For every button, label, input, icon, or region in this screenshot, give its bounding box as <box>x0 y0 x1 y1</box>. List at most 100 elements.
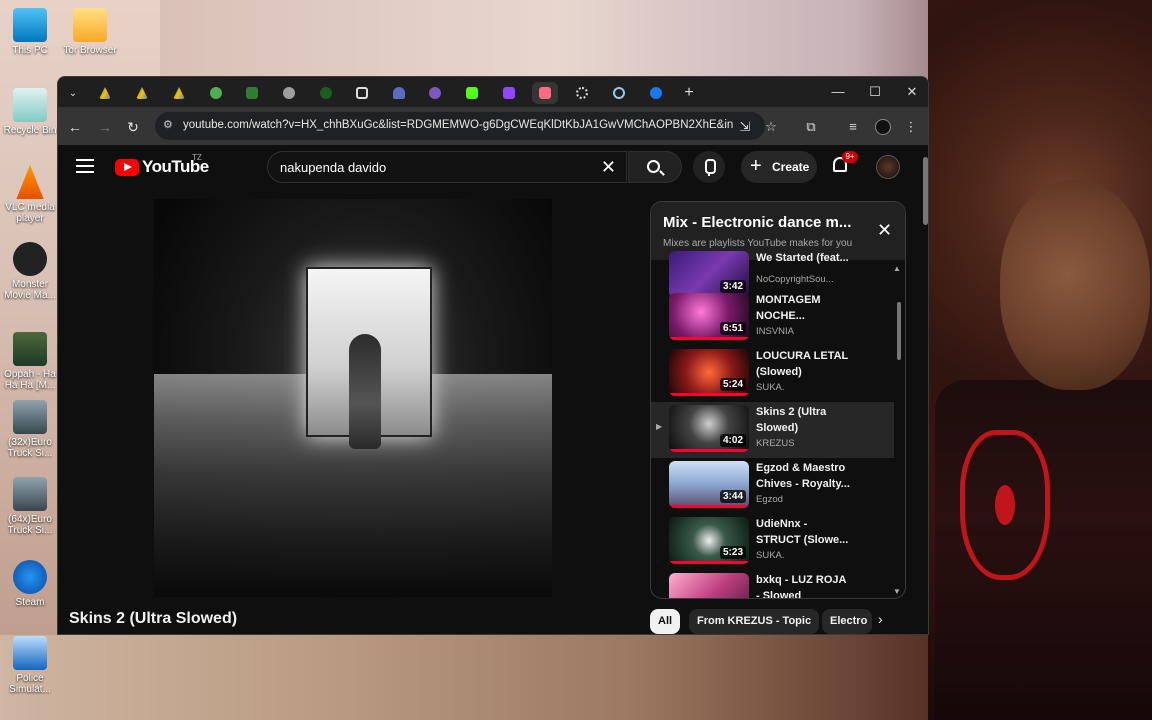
desktop-icon-euro-truck-64[interactable]: (64x)Euro Truck Si... <box>0 477 60 536</box>
monitor-icon <box>13 8 47 42</box>
playlist-item-title: MONTAGEM NOCHE... <box>756 294 821 322</box>
tab-st[interactable] <box>239 82 265 104</box>
plus-icon: + <box>750 155 762 177</box>
menu-icon[interactable] <box>76 159 94 173</box>
drive-icon <box>99 87 111 99</box>
tab-vc[interactable] <box>313 82 339 104</box>
tab-gallery[interactable] <box>349 82 375 104</box>
page-scrollbar-thumb[interactable] <box>923 157 928 225</box>
desktop-icon-monster-movie-maker[interactable]: Monster Movie Ma... <box>0 242 60 301</box>
extensions-icon[interactable]: ⧉ <box>800 116 822 138</box>
tab-drive-2[interactable] <box>129 82 155 104</box>
desktop-icon-euro-truck-32[interactable]: (32x)Euro Truck Si... <box>0 400 60 459</box>
twitch-icon <box>503 87 515 99</box>
video-duration: 6:51 <box>719 322 746 335</box>
desktop-icon-police-simulator[interactable]: Police Simulat... <box>0 636 60 695</box>
tab-green[interactable] <box>203 82 229 104</box>
tab-drive-1[interactable] <box>92 82 118 104</box>
close-window-button[interactable]: ✕ <box>898 82 926 102</box>
video-duration: 3:44 <box>719 490 746 503</box>
new-tab-button[interactable]: + <box>676 82 702 104</box>
voice-search-mic-icon[interactable] <box>693 151 725 183</box>
desktop-icon-this-pc[interactable]: This PC <box>0 8 60 56</box>
minimize-button[interactable]: — <box>824 82 852 102</box>
tab-purple[interactable] <box>422 82 448 104</box>
tab-figure[interactable] <box>386 82 412 104</box>
tab-twitch[interactable] <box>496 82 522 104</box>
address-bar[interactable]: ⚙ youtube.com/watch?v=HX_chhBXuGc&list=R… <box>155 112 765 140</box>
media-control-icon[interactable]: ≡ <box>842 116 864 138</box>
desktop-icon-oppah[interactable]: Oppah - Ha Ha Ha [M... <box>0 332 60 391</box>
playlist-item[interactable]: 5:24 LOUCURA LETAL (Slowed) SUKA. <box>651 346 894 402</box>
tab-search-app[interactable] <box>606 82 632 104</box>
playlist-item-title: bxkq - LUZ ROJA - Slowed (Official... <box>756 574 847 599</box>
create-label: Create <box>772 160 810 174</box>
search-query: nakupenda davido <box>280 160 387 175</box>
download-icon <box>210 87 222 99</box>
video-player[interactable] <box>154 199 552 597</box>
search-input[interactable]: nakupenda davido ✕ <box>267 151 627 183</box>
st-icon <box>246 87 258 99</box>
tab-youtube-active[interactable] <box>532 82 558 104</box>
recycle-bin-icon <box>13 88 47 122</box>
tab-facebook[interactable] <box>643 82 669 104</box>
desktop-icon-steam[interactable]: Steam <box>0 560 60 608</box>
clear-search-icon[interactable]: ✕ <box>601 157 616 178</box>
playlist-title[interactable]: Mix - Electronic dance m... <box>663 214 868 231</box>
playlist-scrollbar[interactable] <box>897 302 901 360</box>
youtube-page: YouTube TZ nakupenda davido ✕ + Create 9… <box>58 145 928 634</box>
chip-all[interactable]: All <box>650 609 681 634</box>
tab-globe[interactable] <box>276 82 302 104</box>
chevron-down-icon: ⌄ <box>68 87 78 99</box>
playlist-item-title: LOUCURA LETAL (Slowed) <box>756 350 849 378</box>
tab-kick[interactable] <box>459 82 485 104</box>
playlist-item-channel: Egzod <box>756 494 783 505</box>
playlist-item[interactable]: bxkq - LUZ ROJA - Slowed (Official... <box>651 570 894 599</box>
sparkle-icon <box>576 87 588 99</box>
playlist-item-current[interactable]: ▶ 4:02 Skins 2 (Ultra Slowed) KREZUS <box>651 402 894 458</box>
chevron-right-icon[interactable]: › <box>878 611 883 627</box>
video-thumbnail: 3:44 <box>669 461 749 508</box>
search-button[interactable] <box>628 151 682 183</box>
tab-bar: ⌄ + — ☐ ✕ <box>58 77 928 107</box>
create-button[interactable]: + Create <box>741 151 817 183</box>
tab-search-dropdown[interactable]: ⌄ <box>60 82 86 104</box>
chip-electro[interactable]: Electro <box>822 609 872 634</box>
playlist-item-title: We Started (feat... <box>756 252 849 264</box>
browser-window: ⌄ + — ☐ ✕ ← → ↻ ⚙ youtube.com/watch?v=HX… <box>57 76 929 635</box>
tab-drive-3[interactable] <box>166 82 192 104</box>
kick-icon <box>466 87 478 99</box>
playlist-item[interactable]: 3:44 Egzod & Maestro Chives - Royalty...… <box>651 458 894 514</box>
playlist-item[interactable]: 5:23 UdieNnx - STRUCT (Slowe... SUKA. <box>651 514 894 570</box>
playlist-item[interactable]: 6:51 MONTAGEM NOCHE... INSVNIA <box>651 290 894 346</box>
video-thumbnail: 6:51 <box>669 293 749 340</box>
youtube-logo-icon[interactable] <box>115 159 139 176</box>
wallpaper-spider-emblem <box>960 430 1050 580</box>
back-arrow-icon[interactable]: ← <box>64 116 86 138</box>
video-thumbnail: 5:24 <box>669 349 749 396</box>
maximize-button[interactable]: ☐ <box>861 82 889 102</box>
chip-from-krezus[interactable]: From KREZUS - Topic <box>689 609 820 634</box>
tab-sparkle[interactable] <box>569 82 595 104</box>
scroll-down-arrow-icon[interactable]: ▼ <box>893 587 901 596</box>
playlist-item-channel: INSVNIA <box>756 326 795 337</box>
bookmark-star-icon[interactable]: ☆ <box>760 116 782 138</box>
video-thumbnail <box>669 573 749 598</box>
page-scrollbar[interactable] <box>920 145 928 634</box>
video-thumbnail: 5:23 <box>669 517 749 564</box>
watched-progress-bar <box>669 393 749 396</box>
scroll-up-arrow-icon[interactable]: ▲ <box>893 264 901 273</box>
reload-icon[interactable]: ↻ <box>122 116 144 138</box>
site-info-icon[interactable]: ⚙ <box>163 118 173 131</box>
desktop-icon-tor-browser[interactable]: Tor Browser <box>60 8 120 56</box>
desktop-icon-recycle-bin[interactable]: Recycle Bin <box>0 88 60 136</box>
account-avatar[interactable] <box>876 155 900 179</box>
cast-icon[interactable]: ⇲ <box>734 116 756 138</box>
video-thumbnail: 4:02 <box>669 405 749 452</box>
desktop-icon-vlc[interactable]: VLC media player <box>0 165 60 224</box>
playlist-item-channel: KREZUS <box>756 438 795 449</box>
forward-arrow-icon[interactable]: → <box>94 116 116 138</box>
close-playlist-icon[interactable]: ✕ <box>877 220 892 241</box>
profile-avatar-icon[interactable] <box>872 116 894 138</box>
browser-menu-icon[interactable]: ⋮ <box>900 116 922 138</box>
